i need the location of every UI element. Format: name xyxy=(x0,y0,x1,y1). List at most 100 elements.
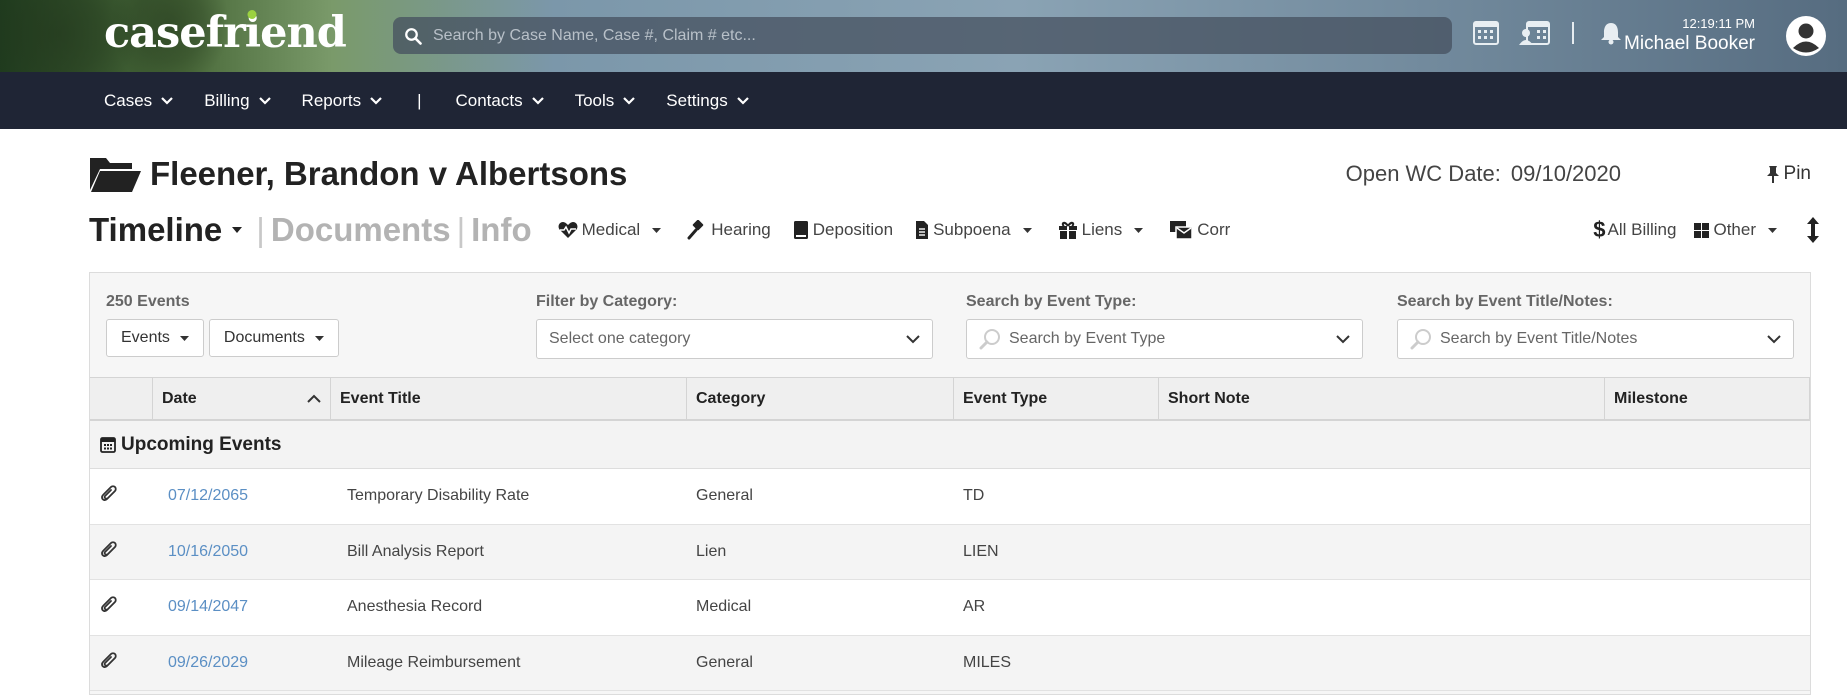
casefriend-logo[interactable]: casefriend xyxy=(104,8,347,58)
upcoming-events-group[interactable]: Upcoming Events xyxy=(90,421,1810,469)
nav-cases-label: Cases xyxy=(104,90,153,110)
nav-tools[interactable]: Tools xyxy=(575,91,636,111)
tab-separator: | xyxy=(456,211,466,248)
event-date-link[interactable]: 09/26/2029 xyxy=(168,654,248,672)
main-navigation: Cases Billing Reports | Contacts Tools S… xyxy=(0,72,1847,129)
paperclip-icon[interactable] xyxy=(90,469,153,524)
header-short-note[interactable]: Short Note xyxy=(1159,378,1605,419)
event-milestone-cell xyxy=(1605,525,1810,580)
tab-separator: | xyxy=(256,211,265,248)
event-type-search[interactable]: Search by Event Type xyxy=(966,319,1363,359)
chevron-down-icon xyxy=(1336,334,1350,343)
chevron-down-icon xyxy=(258,96,271,105)
nav-cases[interactable]: Cases xyxy=(104,91,173,111)
event-date-link[interactable]: 10/16/2050 xyxy=(168,543,248,561)
nav-contacts[interactable]: Contacts xyxy=(456,91,544,111)
events-panel: 250 Events Events Documents Filter by Ca… xyxy=(89,272,1811,695)
pin-button[interactable]: Pin xyxy=(1766,163,1811,185)
event-date-link[interactable]: 09/14/2047 xyxy=(168,598,248,616)
table-header: Date Event Title Category Event Type Sho… xyxy=(90,377,1810,421)
event-milestone-cell xyxy=(1605,469,1810,524)
gift-icon xyxy=(1058,221,1077,239)
category-select[interactable]: Select one category xyxy=(536,319,933,359)
quick-subpoena-label: Subpoena xyxy=(933,220,1011,239)
global-search-bar[interactable] xyxy=(393,17,1452,54)
header-event-title[interactable]: Event Title xyxy=(331,378,687,419)
event-note-cell xyxy=(1159,580,1605,635)
documents-filter-button[interactable]: Documents xyxy=(208,319,339,357)
quick-subpoena[interactable]: Subpoena xyxy=(915,220,1036,240)
events-filter-button[interactable]: Events xyxy=(106,319,204,357)
event-title-cell: Bill Analysis Report xyxy=(347,542,484,560)
events-count: 250 Events xyxy=(106,293,190,310)
all-billing-button[interactable]: $ All Billing xyxy=(1593,217,1676,243)
caret-down-icon xyxy=(179,335,189,341)
paperclip-icon[interactable] xyxy=(90,636,153,691)
quick-corr-label: Corr xyxy=(1197,220,1231,239)
quick-corr[interactable]: Corr xyxy=(1169,220,1230,240)
calendar-icon xyxy=(100,437,116,453)
user-info[interactable]: 12:19:11 PM Michael Booker xyxy=(1624,16,1755,55)
quick-medical-label: Medical xyxy=(581,220,641,239)
caret-down-icon xyxy=(232,227,243,233)
expand-vertical-button[interactable] xyxy=(1807,217,1819,243)
open-wc-date-label: Open WC Date: xyxy=(1345,161,1501,186)
arrows-vertical-icon xyxy=(1807,217,1819,243)
user-calendar-icon[interactable] xyxy=(1518,16,1552,50)
bell-icon[interactable] xyxy=(1594,16,1628,50)
folder-open-icon xyxy=(90,158,141,192)
heartbeat-icon xyxy=(558,222,578,238)
event-category-cell: Lien xyxy=(696,542,727,560)
chevron-down-icon xyxy=(161,96,173,105)
quick-deposition-label: Deposition xyxy=(812,220,894,239)
event-date-link[interactable]: 07/12/2065 xyxy=(168,487,248,505)
tab-info[interactable]: Info xyxy=(471,211,531,249)
document-icon xyxy=(916,221,929,239)
event-note-cell xyxy=(1159,525,1605,580)
nav-reports[interactable]: Reports xyxy=(302,91,383,111)
header-category[interactable]: Category xyxy=(687,378,954,419)
table-row[interactable]: 10/16/2050 Bill Analysis Report Lien LIE… xyxy=(90,524,1810,580)
title-notes-search[interactable]: Search by Event Title/Notes xyxy=(1397,319,1794,359)
caret-down-icon xyxy=(1022,227,1032,233)
top-banner: casefriend 12:19:11 PM Michael Booker xyxy=(0,0,1847,72)
event-date-cell: 07/12/2065 xyxy=(153,469,331,524)
table-row[interactable]: 09/26/2029 Mileage Reimbursement General… xyxy=(90,635,1810,691)
table-row[interactable]: 09/14/2047 Anesthesia Record Medical AR xyxy=(90,580,1810,636)
quick-liens[interactable]: Liens xyxy=(1058,220,1148,240)
book-icon xyxy=(793,221,808,239)
title-notes-filter-label: Search by Event Title/Notes: xyxy=(1397,293,1613,310)
toolbar-divider xyxy=(1572,22,1574,44)
tab-timeline-label: Timeline xyxy=(89,211,223,248)
header-date-label: Date xyxy=(162,389,197,407)
other-dropdown[interactable]: Other xyxy=(1694,220,1777,240)
tab-documents[interactable]: Documents xyxy=(271,211,451,249)
category-filter-group: Filter by Category: Select one category xyxy=(536,293,933,359)
event-type-cell: LIEN xyxy=(963,542,999,560)
open-wc-date: Open WC Date: 09/10/2020 xyxy=(1346,161,1621,187)
quick-hearing-label: Hearing xyxy=(711,220,771,239)
paperclip-icon[interactable] xyxy=(90,525,153,580)
header-milestone[interactable]: Milestone xyxy=(1605,378,1810,419)
user-name[interactable]: Michael Booker xyxy=(1624,33,1755,55)
tab-timeline[interactable]: Timeline xyxy=(89,211,243,249)
caret-down-icon xyxy=(1768,227,1777,233)
header-event-type[interactable]: Event Type xyxy=(954,378,1159,419)
upcoming-events-label: Upcoming Events xyxy=(121,433,282,455)
avatar[interactable] xyxy=(1785,15,1827,57)
paperclip-icon[interactable] xyxy=(90,580,153,635)
chevron-down-icon xyxy=(736,96,749,105)
nav-billing[interactable]: Billing xyxy=(204,91,271,111)
header-date[interactable]: Date xyxy=(153,378,331,419)
category-select-value: Select one category xyxy=(549,330,691,347)
quick-hearing[interactable]: Hearing xyxy=(687,220,771,240)
nav-settings[interactable]: Settings xyxy=(666,91,749,111)
quick-medical[interactable]: Medical xyxy=(558,220,666,240)
nav-separator: | xyxy=(417,90,422,110)
global-search-input[interactable] xyxy=(433,26,1452,45)
table-row[interactable]: 07/12/2065 Temporary Disability Rate Gen… xyxy=(90,469,1810,525)
quick-deposition[interactable]: Deposition xyxy=(793,220,893,240)
title-notes-filter-group: Search by Event Title/Notes: Search by E… xyxy=(1397,293,1794,359)
calendar-grid-icon[interactable] xyxy=(1470,16,1504,50)
other-label: Other xyxy=(1713,220,1756,239)
